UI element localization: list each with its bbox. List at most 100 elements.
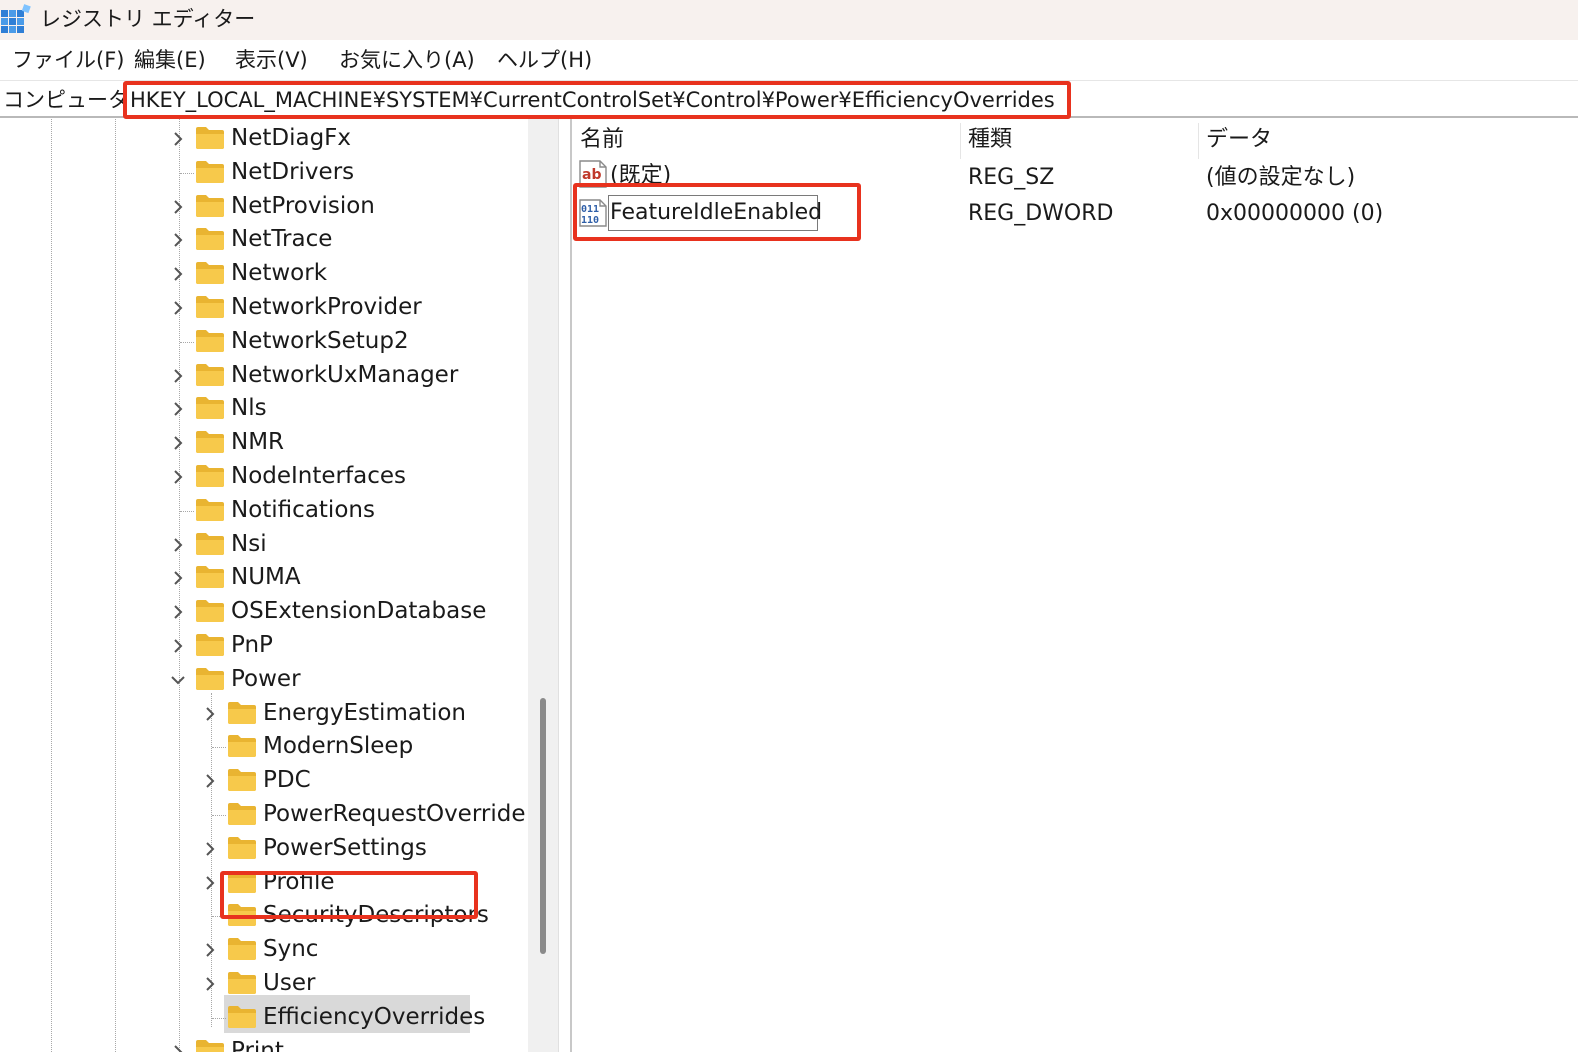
chevron-right-icon[interactable] <box>170 401 186 417</box>
tree-node[interactable]: NetworkProvider <box>0 291 528 325</box>
tree-node[interactable]: Network <box>0 257 528 291</box>
tree-node-label: Sync <box>263 936 319 962</box>
tree-node[interactable]: PnP <box>0 629 528 663</box>
folder-icon <box>196 634 224 656</box>
folder-icon <box>228 837 256 859</box>
tree-node-label: NetworkUxManager <box>231 362 459 388</box>
column-header-name[interactable]: 名前 <box>580 125 624 155</box>
chevron-right-icon[interactable] <box>202 976 218 992</box>
tree-node[interactable]: NodeInterfaces <box>0 460 528 494</box>
tree-node-label: User <box>263 970 316 996</box>
title-bar: レジストリ エディター <box>0 0 1578 40</box>
tree-node-label: PDC <box>263 767 311 793</box>
tree-scrollbar-thumb[interactable] <box>540 698 546 954</box>
folder-icon <box>196 668 224 690</box>
chevron-right-icon[interactable] <box>170 435 186 451</box>
folder-icon <box>196 330 224 352</box>
tree-node[interactable]: Nls <box>0 392 528 426</box>
chevron-right-icon[interactable] <box>202 942 218 958</box>
tree-node[interactable]: NetworkSetup2 <box>0 325 528 359</box>
tree-node-label: ModernSleep <box>263 733 414 759</box>
tree-node[interactable]: NetDrivers <box>0 156 528 190</box>
folder-icon <box>228 803 256 825</box>
chevron-right-icon[interactable] <box>202 706 218 722</box>
tree-node[interactable]: User <box>0 967 528 1001</box>
tree-node[interactable]: OSExtensionDatabase <box>0 595 528 629</box>
value-data: (値の設定なし) <box>1206 165 1356 190</box>
column-header-type[interactable]: 種類 <box>968 125 1012 155</box>
tree-guide-line <box>180 173 194 174</box>
tree-node[interactable]: Notifications <box>0 494 528 528</box>
menu-edit[interactable]: 編集(E) <box>134 46 206 74</box>
chevron-down-icon[interactable] <box>170 672 186 688</box>
folder-icon <box>196 296 224 318</box>
folder-icon <box>196 465 224 487</box>
tree-node[interactable]: Print <box>0 1035 528 1052</box>
tree-guide-line <box>180 511 194 512</box>
chevron-right-icon[interactable] <box>170 537 186 553</box>
chevron-right-icon[interactable] <box>170 1044 186 1052</box>
chevron-right-icon[interactable] <box>202 875 218 891</box>
chevron-right-icon[interactable] <box>170 199 186 215</box>
chevron-right-icon[interactable] <box>170 300 186 316</box>
chevron-right-icon[interactable] <box>202 841 218 857</box>
tree-node[interactable]: NetworkUxManager <box>0 359 528 393</box>
tree-node-label: NetDrivers <box>231 159 355 185</box>
column-separator[interactable] <box>960 123 961 159</box>
tree-node[interactable]: PowerRequestOverride <box>0 798 528 832</box>
tree-node[interactable]: Nsi <box>0 528 528 562</box>
chevron-right-icon[interactable] <box>170 570 186 586</box>
folder-icon <box>196 499 224 521</box>
menu-favorites[interactable]: お気に入り(A) <box>339 46 475 74</box>
tree-node[interactable]: NMR <box>0 426 528 460</box>
chevron-right-icon[interactable] <box>170 604 186 620</box>
chevron-right-icon[interactable] <box>170 266 186 282</box>
chevron-right-icon[interactable] <box>202 773 218 789</box>
tree-node-label: NUMA <box>231 564 301 590</box>
tree-node-label: EnergyEstimation <box>263 700 467 726</box>
folder-icon <box>228 938 256 960</box>
tree-node[interactable]: EnergyEstimation <box>0 697 528 731</box>
column-header-data[interactable]: データ <box>1206 125 1272 155</box>
address-bar[interactable]: コンピューター¥ HKEY_LOCAL_MACHINE¥SYSTEM¥Curre… <box>0 80 1578 119</box>
tree-node[interactable]: NetDiagFx <box>0 122 528 156</box>
tree-node-label: NetTrace <box>231 226 333 252</box>
tree-node[interactable]: ModernSleep <box>0 730 528 764</box>
value-type: REG_DWORD <box>968 201 1114 226</box>
menu-view[interactable]: 表示(V) <box>235 46 308 74</box>
tree-node[interactable]: PDC <box>0 764 528 798</box>
tree-node-label: Power <box>231 666 301 692</box>
folder-icon <box>196 228 224 250</box>
tree-node-label: NetworkSetup2 <box>231 328 409 354</box>
tree-guide-line <box>180 342 194 343</box>
folder-icon <box>196 161 224 183</box>
chevron-right-icon[interactable] <box>170 232 186 248</box>
tree-node-label: EfficiencyOverrides <box>263 1004 486 1030</box>
chevron-right-icon[interactable] <box>170 131 186 147</box>
pane-splitter[interactable] <box>558 119 572 1052</box>
tree-node[interactable]: NetProvision <box>0 190 528 224</box>
tree-node[interactable]: PowerSettings <box>0 832 528 866</box>
tree-node-label: OSExtensionDatabase <box>231 598 487 624</box>
value-list-pane[interactable]: 名前 種類 データ ab (既定) REG_SZ (値の設定なし) 011 11… <box>572 119 1578 1052</box>
chevron-right-icon[interactable] <box>170 469 186 485</box>
menu-help[interactable]: ヘルプ(H) <box>497 46 592 74</box>
tree-node-label: PowerSettings <box>263 835 427 861</box>
tree-node[interactable]: EfficiencyOverrides <box>0 1001 528 1035</box>
chevron-right-icon[interactable] <box>170 638 186 654</box>
column-separator[interactable] <box>1198 123 1199 159</box>
menu-file[interactable]: ファイル(F) <box>12 46 124 74</box>
tree-node[interactable]: Power <box>0 663 528 697</box>
menu-bar: ファイル(F) 編集(E) 表示(V) お気に入り(A) ヘルプ(H) <box>0 40 1578 80</box>
tree-guide-line <box>212 747 226 748</box>
address-prefix: コンピューター¥ <box>3 88 128 112</box>
tree-node-label: PnP <box>231 632 273 658</box>
tree-guide-line <box>212 1018 226 1019</box>
tree-node[interactable]: NetTrace <box>0 223 528 257</box>
tree-node[interactable]: Sync <box>0 933 528 967</box>
folder-icon <box>196 566 224 588</box>
folder-icon <box>196 364 224 386</box>
chevron-right-icon[interactable] <box>170 368 186 384</box>
tree-highlight-box <box>220 871 478 919</box>
tree-node[interactable]: NUMA <box>0 561 528 595</box>
